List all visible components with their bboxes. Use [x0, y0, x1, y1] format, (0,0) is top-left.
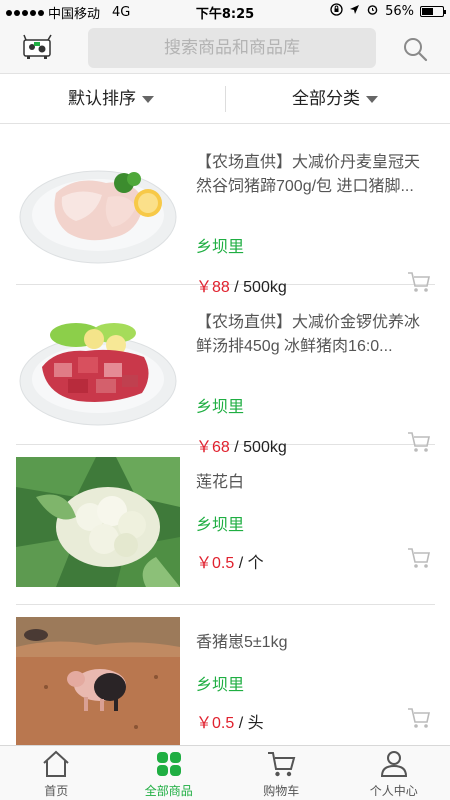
location-arrow-icon: [349, 4, 360, 19]
seller-name: 乡坝里: [196, 399, 245, 416]
battery-percent: 56%: [385, 4, 414, 19]
product-list-screen: 中国移动 4G 下午8:25 56% 搜索商品和商品库 默认排序 全部分类 【农…: [0, 0, 450, 800]
product-title: 香猪崽5±1kg: [196, 634, 288, 651]
cart-icon: [268, 752, 296, 777]
sort-dropdown[interactable]: 默认排序: [68, 74, 154, 124]
search-header: [0, 22, 450, 74]
product-price: ￥0.5: [196, 555, 235, 572]
product-title: 【农场直供】大减价丹麦皇冠天然谷饲猪蹄700g/包 进口猪脚...: [196, 154, 421, 195]
seller-name: 乡坝里: [196, 677, 245, 694]
price-row: ￥0.5 / 头: [196, 709, 264, 733]
product-unit: / 个: [234, 555, 264, 572]
product-title: 【农场直供】大减价金锣优养冰鲜汤排450g 冰鲜猪肉16:0...: [196, 314, 421, 355]
sort-label: 默认排序: [68, 89, 136, 109]
category-label: 全部分类: [292, 89, 360, 109]
price-row: ￥0.5 / 个: [196, 549, 264, 573]
seller-name: 乡坝里: [196, 239, 245, 256]
tab-label: 个人中心: [369, 784, 418, 798]
product-item[interactable]: 【农场直供】大减价金锣优养冰鲜汤排450g 冰鲜猪肉16:0... 乡坝里 ￥6…: [16, 285, 435, 456]
product-unit: / 头: [234, 715, 264, 732]
tab-all-products[interactable]: 全部商品: [113, 746, 226, 800]
tab-home[interactable]: 首页: [0, 746, 113, 800]
product-info: 【农场直供】大减价丹麦皇冠天然谷饲猪蹄700g/包 进口猪脚... 乡坝里 ￥8…: [196, 125, 435, 296]
caret-down-icon: [142, 95, 154, 103]
logo-icon: [23, 34, 52, 59]
tab-label: 购物车: [263, 784, 300, 798]
product-title: 莲花白: [196, 474, 245, 491]
status-bar: 中国移动 4G 下午8:25 56%: [0, 0, 450, 22]
category-dropdown[interactable]: 全部分类: [292, 74, 378, 124]
product-price: ￥0.5: [196, 715, 235, 732]
filter-divider: [225, 86, 226, 112]
product-item[interactable]: 莲花白 乡坝里 ￥0.5 / 个: [16, 445, 435, 605]
filter-bar: 默认排序 全部分类: [0, 74, 450, 124]
product-list: 【农场直供】大减价丹麦皇冠天然谷饲猪蹄700g/包 进口猪脚... 乡坝里 ￥8…: [0, 125, 450, 765]
grid-icon: [156, 752, 181, 776]
seller-name: 乡坝里: [196, 517, 245, 534]
product-image: [16, 305, 180, 435]
tab-profile[interactable]: 个人中心: [338, 746, 450, 800]
product-item[interactable]: 香猪崽5±1kg 乡坝里 ￥0.5 / 头: [16, 605, 435, 765]
caret-down-icon: [366, 95, 378, 103]
bottom-tab-bar: 首页 全部商品 购物车 个人中心: [0, 745, 450, 800]
product-info: 【农场直供】大减价金锣优养冰鲜汤排450g 冰鲜猪肉16:0... 乡坝里 ￥6…: [196, 285, 435, 456]
add-to-cart-icon[interactable]: [407, 547, 431, 569]
product-image: [16, 145, 180, 275]
product-info: 莲花白 乡坝里 ￥0.5 / 个: [196, 445, 435, 604]
home-icon: [43, 750, 69, 777]
product-info: 香猪崽5±1kg 乡坝里 ￥0.5 / 头: [196, 605, 435, 764]
product-image: [16, 617, 180, 747]
product-item[interactable]: 【农场直供】大减价丹麦皇冠天然谷饲猪蹄700g/包 进口猪脚... 乡坝里 ￥8…: [16, 125, 435, 296]
status-right: 56%: [330, 3, 446, 20]
rotation-lock-icon: [330, 3, 343, 20]
search-input[interactable]: [88, 28, 376, 68]
search-icon[interactable]: [402, 36, 428, 62]
tab-cart[interactable]: 购物车: [225, 746, 338, 800]
alarm-icon: [366, 3, 379, 20]
battery-icon: [420, 6, 446, 17]
add-to-cart-icon[interactable]: [407, 707, 431, 729]
product-image: [16, 457, 180, 587]
tab-label: 首页: [44, 784, 69, 798]
tab-label: 全部商品: [144, 784, 193, 798]
user-icon: [380, 751, 407, 777]
